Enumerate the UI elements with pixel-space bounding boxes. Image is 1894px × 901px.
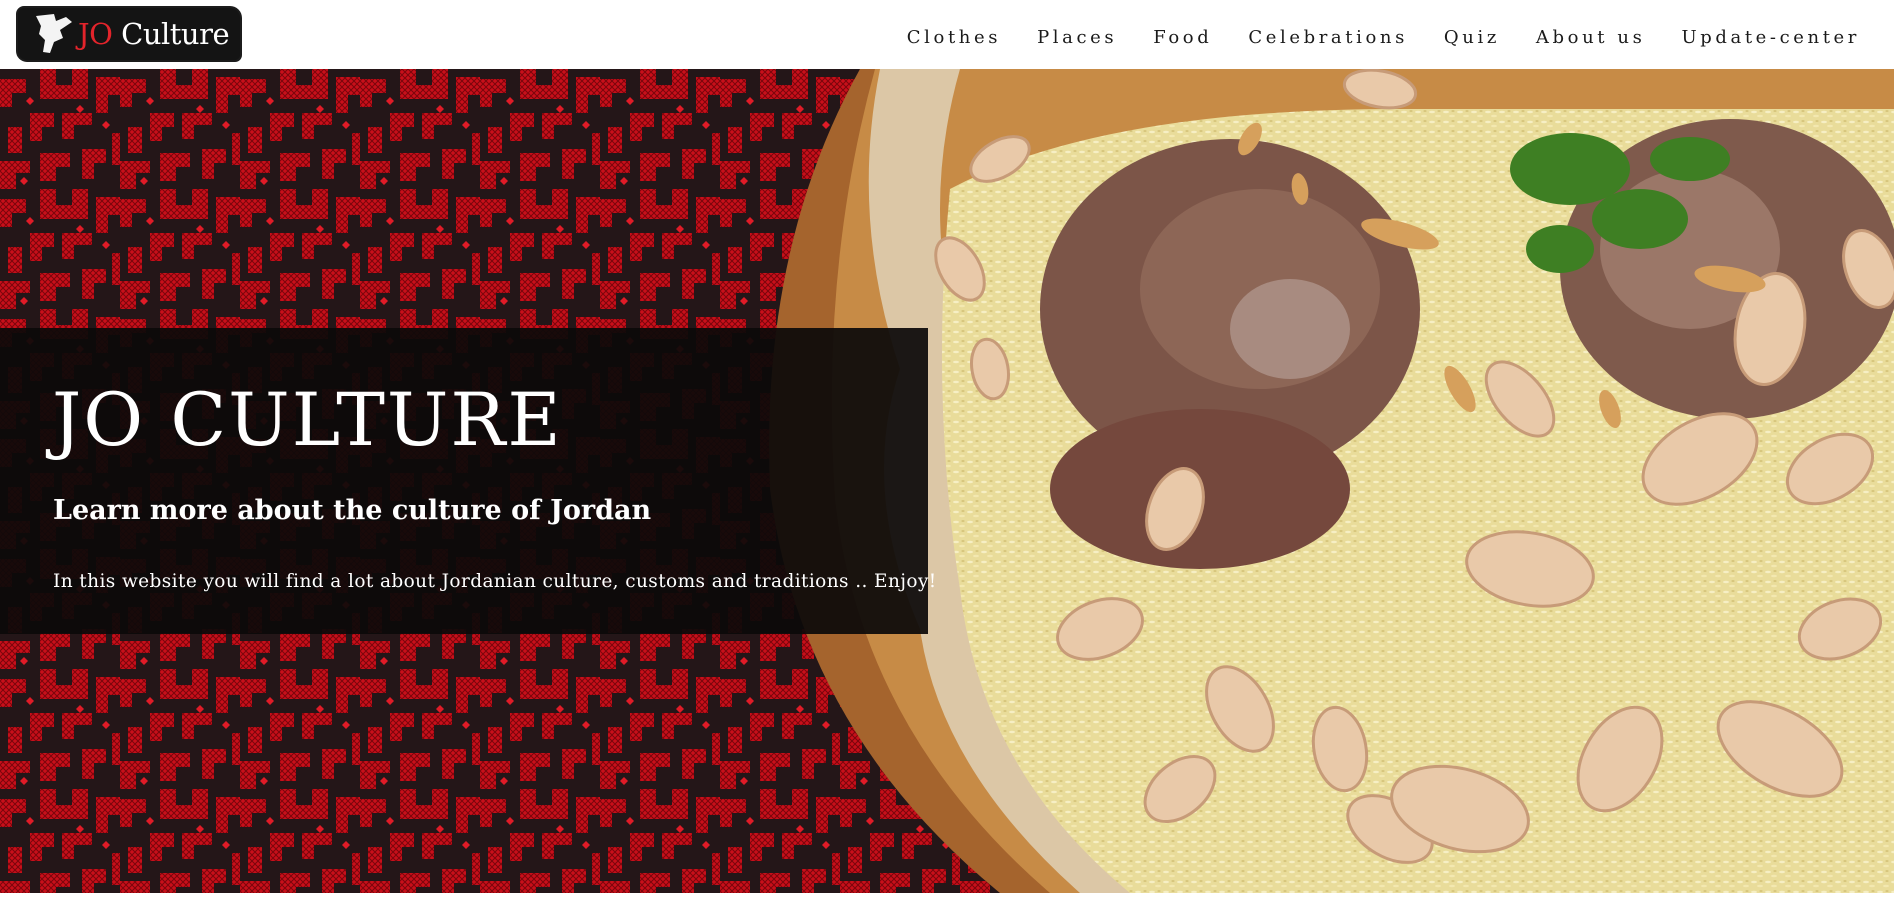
hero-subtitle: Learn more about the culture of Jordan	[53, 495, 652, 526]
nav-link-celebrations[interactable]: Celebrations	[1248, 27, 1408, 48]
jordan-map-icon	[36, 14, 72, 53]
page-bottom-edge	[0, 893, 1894, 901]
hero-title: JO CULTURE	[52, 378, 563, 463]
hero-description: In this website you will find a lot abou…	[53, 571, 937, 592]
logo-jo-text: JO	[78, 16, 113, 51]
nav-link-food[interactable]: Food	[1153, 27, 1212, 48]
logo-culture-text: Culture	[112, 16, 230, 51]
nav-link-clothes[interactable]: Clothes	[907, 27, 1001, 48]
main-nav: Clothes Places Food Celebrations Quiz Ab…	[907, 27, 1860, 48]
hero-section: JO CULTURE Learn more about the culture …	[0, 69, 1894, 893]
nav-link-quiz[interactable]: Quiz	[1444, 27, 1500, 48]
nav-link-places[interactable]: Places	[1037, 27, 1117, 48]
site-logo[interactable]: JO Culture	[18, 8, 240, 60]
nav-link-about-us[interactable]: About us	[1536, 27, 1646, 48]
nav-link-update-center[interactable]: Update-center	[1681, 27, 1860, 48]
site-header: JO Culture Clothes Places Food Celebrati…	[0, 0, 1894, 69]
logo-text: JO Culture	[78, 16, 230, 51]
hero-text-panel: JO CULTURE Learn more about the culture …	[0, 328, 936, 634]
